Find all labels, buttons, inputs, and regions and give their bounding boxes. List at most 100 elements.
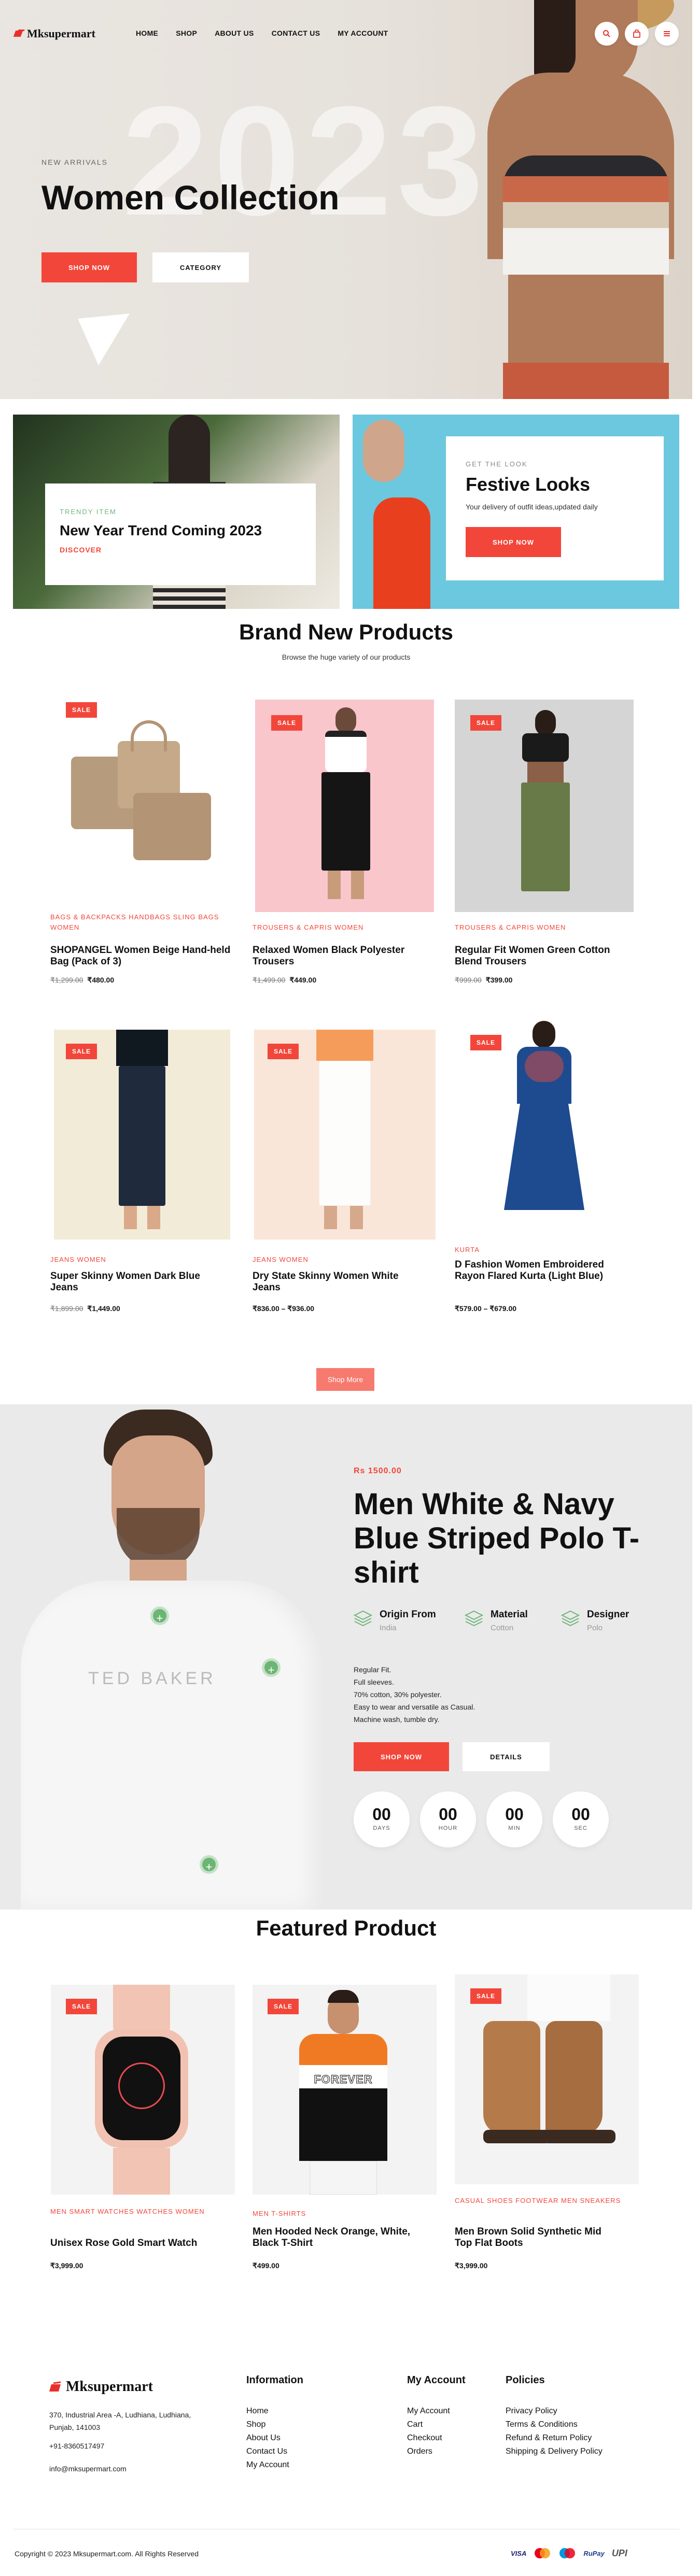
- hero-title: Women Collection: [41, 178, 340, 217]
- footer-link-privacy-policy[interactable]: Privacy Policy: [506, 2404, 603, 2418]
- promo-festive-text: Your delivery of outfit ideas,updated da…: [466, 503, 598, 511]
- deal-shop-now-button[interactable]: SHOP NOW: [354, 1742, 449, 1771]
- product-name[interactable]: Dry State Skinny Women White Jeans: [253, 1271, 418, 1293]
- sale-badge: SALE: [268, 1044, 299, 1059]
- nav-my-account[interactable]: MY ACCOUNT: [338, 29, 388, 37]
- product-category[interactable]: MEN T-SHIRTS: [253, 2209, 437, 2219]
- product-image-boots[interactable]: [455, 1974, 639, 2184]
- footer-link-refund-policy[interactable]: Refund & Return Policy: [506, 2431, 603, 2445]
- product-name[interactable]: Men Hooded Neck Orange, White, Black T-S…: [253, 2226, 418, 2249]
- footer-my-account-heading: My Account: [407, 2374, 466, 2386]
- deal-model-image: TED BAKER: [0, 1404, 342, 1910]
- footer-logo[interactable]: Mksupermart: [49, 2379, 153, 2395]
- nav-contact-us[interactable]: CONTACT US: [272, 29, 320, 37]
- promo-trendy-eyebrow: TRENDY ITEM: [60, 508, 117, 516]
- sale-badge: SALE: [470, 715, 501, 731]
- footer-link-terms[interactable]: Terms & Conditions: [506, 2418, 603, 2431]
- product-category[interactable]: KURTA: [455, 1245, 639, 1255]
- product-category[interactable]: CASUAL SHOES FOOTWEAR MEN SNEAKERS: [455, 2196, 639, 2206]
- product-name[interactable]: Regular Fit Women Green Cotton Blend Tro…: [455, 945, 626, 967]
- hotspot-dot[interactable]: +: [262, 1658, 281, 1677]
- product-name[interactable]: Relaxed Women Black Polyester Trousers: [253, 945, 418, 967]
- featured-title: Featured Product: [256, 1916, 437, 1940]
- deal-price: Rs 1500.00: [354, 1467, 402, 1475]
- promo-shop-now-button[interactable]: SHOP NOW: [466, 527, 561, 557]
- nav-home[interactable]: HOME: [136, 29, 158, 37]
- logo-icon: [49, 2381, 61, 2392]
- site-logo[interactable]: Mksupermart: [15, 27, 95, 40]
- product-image-jeans-white[interactable]: [254, 1030, 436, 1240]
- footer-link-contact-us[interactable]: Contact Us: [246, 2445, 289, 2458]
- footer-link-about-us[interactable]: About Us: [246, 2431, 289, 2445]
- search-icon[interactable]: [595, 22, 619, 46]
- rupay-icon: RuPay: [583, 2549, 605, 2557]
- sale-badge: SALE: [268, 1999, 299, 2014]
- feature-origin: Origin From India: [353, 1609, 436, 1632]
- menu-icon[interactable]: [655, 22, 679, 46]
- product-image-trousers-green[interactable]: [455, 700, 634, 912]
- product-category[interactable]: MEN SMART WATCHES WATCHES WOMEN: [50, 2207, 234, 2217]
- deal-description: Regular Fit. Full sleeves. 70% cotton, 3…: [354, 1666, 475, 1724]
- product-name[interactable]: D Fashion Women Embroidered Rayon Flared…: [455, 1259, 621, 1282]
- sale-badge: SALE: [66, 1044, 97, 1059]
- brand-new-subtitle: Browse the huge variety of our products: [282, 653, 411, 661]
- product-price: ₹3,999.00: [50, 2261, 83, 2270]
- countdown-seconds: 00 SEC: [553, 1791, 609, 1847]
- main-nav: HOME SHOP ABOUT US CONTACT US MY ACCOUNT: [136, 29, 388, 37]
- footer-link-orders[interactable]: Orders: [407, 2445, 450, 2458]
- countdown-hours: 00 HOUR: [420, 1791, 476, 1847]
- product-name[interactable]: Unisex Rose Gold Smart Watch: [50, 2238, 234, 2249]
- product-price: ₹836.00 – ₹936.00: [253, 1304, 315, 1313]
- product-category[interactable]: JEANS WOMEN: [50, 1255, 234, 1265]
- product-category[interactable]: TROUSERS & CAPRIS WOMEN: [455, 922, 639, 933]
- product-image-hooded-tshirt[interactable]: FOREVER: [253, 1985, 437, 2195]
- promo-trendy-title: New Year Trend Coming 2023: [60, 522, 262, 538]
- footer-address: 370, Industrial Area -A, Ludhiana, Ludhi…: [49, 2411, 191, 2431]
- hotspot-dot[interactable]: +: [200, 1855, 218, 1874]
- footer-link-shop[interactable]: Shop: [246, 2418, 289, 2431]
- bag-icon[interactable]: [625, 22, 649, 46]
- footer-phone[interactable]: +91-8360517497: [49, 2442, 104, 2450]
- footer-link-checkout[interactable]: Checkout: [407, 2431, 450, 2445]
- product-category[interactable]: JEANS WOMEN: [253, 1255, 437, 1265]
- product-price: ₹579.00 – ₹679.00: [455, 1304, 517, 1313]
- shop-more-button[interactable]: Shop More: [316, 1368, 374, 1391]
- product-image-kurta[interactable]: [455, 1021, 634, 1233]
- product-image-jeans-blue[interactable]: [54, 1030, 230, 1240]
- product-image-trousers-black[interactable]: [255, 700, 434, 912]
- product-category[interactable]: BAGS & BACKPACKS HANDBAGS SLING BAGS WOM…: [50, 912, 234, 933]
- hotspot-dot[interactable]: +: [150, 1606, 169, 1625]
- countdown-days: 00 DAYS: [354, 1791, 410, 1847]
- footer-link-home[interactable]: Home: [246, 2404, 289, 2418]
- footer-link-shipping-policy[interactable]: Shipping & Delivery Policy: [506, 2445, 603, 2458]
- hero-category-button[interactable]: CATEGORY: [152, 252, 249, 282]
- nav-shop[interactable]: SHOP: [176, 29, 197, 37]
- footer-link-cart[interactable]: Cart: [407, 2418, 450, 2431]
- product-image-bag[interactable]: [50, 700, 234, 917]
- countdown-minutes: 00 MIN: [486, 1791, 542, 1847]
- footer-email[interactable]: info@mksupermart.com: [49, 2465, 127, 2473]
- deal-details-button[interactable]: DETAILS: [463, 1742, 550, 1771]
- footer-information-heading: Information: [246, 2374, 303, 2386]
- footer-link-my-account[interactable]: My Account: [407, 2404, 450, 2418]
- footer-information-links: Home Shop About Us Contact Us My Account: [246, 2404, 289, 2472]
- promo-festive-eyebrow: GET THE LOOK: [466, 460, 528, 468]
- product-category[interactable]: TROUSERS & CAPRIS WOMEN: [253, 922, 437, 933]
- promo-festive[interactable]: GET THE LOOK Festive Looks Your delivery…: [353, 415, 679, 609]
- footer-link-my-account[interactable]: My Account: [246, 2458, 289, 2472]
- nav-about-us[interactable]: ABOUT US: [215, 29, 254, 37]
- header-actions: [595, 22, 679, 46]
- maestro-icon: maestro: [558, 2547, 576, 2559]
- product-price: ₹999.00 ₹399.00: [455, 976, 513, 984]
- promo-trendy[interactable]: TRENDY ITEM New Year Trend Coming 2023 D…: [13, 415, 340, 609]
- product-name[interactable]: Super Skinny Women Dark Blue Jeans: [50, 1271, 216, 1293]
- hero-shop-now-button[interactable]: SHOP NOW: [41, 252, 137, 282]
- product-price: ₹1,299.00 ₹480.00: [50, 976, 115, 984]
- mastercard-icon: mastercard: [534, 2547, 551, 2559]
- copyright-text: Copyright © 2023 Mksupermart.com. All Ri…: [15, 2550, 199, 2558]
- promo-discover-link[interactable]: DISCOVER: [60, 546, 102, 554]
- product-name[interactable]: SHOPANGEL Women Beige Hand-held Bag (Pac…: [50, 945, 234, 967]
- product-image-smart-watch[interactable]: [51, 1985, 235, 2195]
- sale-badge: SALE: [66, 702, 97, 718]
- product-name[interactable]: Men Brown Solid Synthetic Mid Top Flat B…: [455, 2226, 621, 2249]
